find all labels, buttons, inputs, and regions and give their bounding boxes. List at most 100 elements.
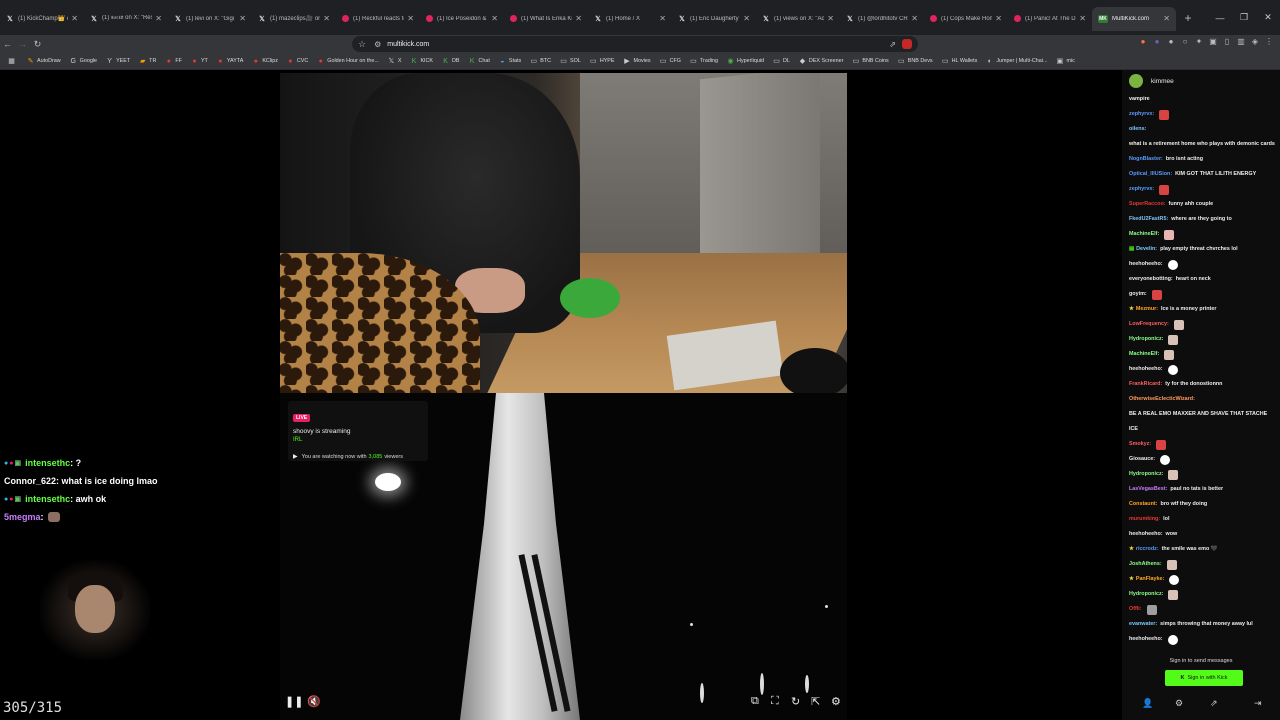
- browser-tab[interactable]: (1) Panic! At The Disc✕: [1008, 7, 1092, 31]
- bookmark-item[interactable]: ▭ BNB Devs: [898, 58, 933, 65]
- menu-icon[interactable]: ⋮: [1264, 37, 1274, 49]
- tab-close-icon[interactable]: ✕: [827, 14, 834, 23]
- browser-tab[interactable]: (1) Cops Make Homic✕: [924, 7, 1008, 31]
- chat-username[interactable]: LasVegasBest:: [1129, 482, 1167, 497]
- site-info-icon[interactable]: ⚙: [374, 40, 381, 49]
- tab-close-icon[interactable]: ✕: [743, 14, 750, 23]
- bookmark-item[interactable]: ▣ mic: [1056, 58, 1075, 65]
- url-text[interactable]: multikick.com: [387, 41, 889, 48]
- pause-icon[interactable]: ❚❚: [285, 695, 303, 708]
- bookmark-item[interactable]: K Chat: [469, 58, 490, 65]
- bookmark-item[interactable]: ▭ Trading: [690, 58, 718, 65]
- back-icon[interactable]: ←: [0, 39, 15, 49]
- extension-icon[interactable]: [902, 39, 912, 49]
- bookmark-item[interactable]: ▭ BTC: [530, 58, 551, 65]
- tab-close-icon[interactable]: ✕: [71, 14, 78, 23]
- tab-close-icon[interactable]: ✕: [1163, 14, 1170, 23]
- split-view-icon[interactable]: ▥: [1236, 37, 1246, 49]
- tab-close-icon[interactable]: ✕: [575, 14, 582, 23]
- bookmark-item[interactable]: ▶ Movies: [624, 58, 650, 65]
- reload-icon[interactable]: ↻: [30, 39, 45, 50]
- browser-tab[interactable]: 𝕏 (1) mazeclips🎥 on X✕: [252, 7, 336, 31]
- stream-player-top[interactable]: [280, 73, 847, 393]
- bookmark-item[interactable]: ▰ TR: [139, 58, 156, 65]
- chat-username[interactable]: Hydroponicz:: [1129, 587, 1163, 602]
- bookmark-item[interactable]: K KICK: [410, 58, 433, 65]
- apps-grid-icon[interactable]: ▦: [8, 58, 18, 65]
- chat-username[interactable]: zephyrvx:: [1129, 107, 1154, 122]
- browser-tab[interactable]: (1) What Is Erika Kirk ✕: [504, 7, 588, 31]
- browser-tab[interactable]: 𝕏 (1) @lordhitotv CRAS✕: [840, 7, 924, 31]
- bookmark-item[interactable]: ▭ BNB Coins: [852, 58, 889, 65]
- bookmark-item[interactable]: Y YEET: [106, 58, 130, 65]
- extension-circle-icon[interactable]: ○: [1180, 37, 1190, 49]
- fullscreen-icon[interactable]: ⛶: [771, 695, 779, 708]
- chat-username[interactable]: zephyrvx:: [1129, 182, 1154, 197]
- bookmark-icon[interactable]: ☆: [358, 39, 366, 50]
- chat-username[interactable]: PanFlayke:: [1136, 572, 1164, 587]
- extension-purple-icon[interactable]: ●: [1152, 37, 1162, 49]
- chat-username[interactable]: SuperRaccoo:: [1129, 197, 1166, 212]
- extension-fox-icon[interactable]: ●: [1138, 37, 1148, 49]
- maximize-icon[interactable]: ❐: [1232, 12, 1256, 23]
- settings-gear-icon[interactable]: ⚙: [831, 695, 841, 708]
- bookmark-item[interactable]: ▭ CFG: [660, 58, 681, 65]
- sign-in-button[interactable]: K Sign in with Kick: [1165, 670, 1243, 686]
- browser-tab[interactable]: 𝕏 (1) 𝔰𝔲𝔢𝔵𝔞 on X: "Resu ✕: [84, 7, 168, 31]
- chat-username[interactable]: MachineElf:: [1129, 227, 1159, 242]
- chat-settings-icon[interactable]: ⚙: [1175, 698, 1183, 709]
- bookmark-item[interactable]: ● Golden Hour on the...: [317, 58, 379, 65]
- tab-close-icon[interactable]: ✕: [911, 14, 918, 23]
- chat-username[interactable]: Smokyz:: [1129, 437, 1151, 452]
- forward-icon[interactable]: →: [15, 39, 30, 49]
- chat-username[interactable]: FrankRicard:: [1129, 377, 1162, 392]
- address-bar[interactable]: ☆ ⚙ multikick.com ⇗: [352, 36, 918, 52]
- collapse-chat-icon[interactable]: ⇥: [1254, 698, 1262, 709]
- browser-tab[interactable]: 𝕏 (1) levi on X: "Gigi dro✕: [168, 7, 252, 31]
- mute-icon[interactable]: 🔇: [307, 695, 321, 708]
- chat-username[interactable]: evanwater:: [1129, 617, 1157, 632]
- bookmark-item[interactable]: 𝕏X: [388, 58, 402, 65]
- shield-icon[interactable]: ◈: [1250, 37, 1260, 49]
- bookmark-item[interactable]: K DB: [442, 58, 459, 65]
- avatar[interactable]: [1129, 74, 1143, 88]
- bookmark-item[interactable]: ◐ Jumper | Multi-Chai...: [986, 58, 1048, 65]
- chat-username[interactable]: LowFrequency:: [1129, 317, 1169, 332]
- bookmark-item[interactable]: ▭ HL Wallets: [942, 58, 977, 65]
- bookmark-item[interactable]: ✎ AutoDraw: [27, 58, 61, 65]
- tab-close-icon[interactable]: ✕: [995, 14, 1002, 23]
- bookmark-item[interactable]: ● FF: [165, 58, 182, 65]
- chat-username[interactable]: JoshAthens:: [1129, 557, 1162, 572]
- chat-username[interactable]: goyim:: [1129, 287, 1147, 302]
- tab-close-icon[interactable]: ✕: [491, 14, 498, 23]
- browser-tab[interactable]: 𝕏 (1) views on X: "Adin ✕: [756, 7, 840, 31]
- browser-tab[interactable]: MK MultiKick.com ✕: [1092, 6, 1176, 31]
- chat-username[interactable]: Mezmur:: [1136, 302, 1158, 317]
- bookmark-item[interactable]: ▭ SOL: [560, 58, 581, 65]
- chat-username[interactable]: NognBlaster:: [1129, 152, 1163, 167]
- bookmark-item[interactable]: ◒ Stats: [499, 58, 521, 65]
- tab-close-icon[interactable]: ✕: [155, 14, 162, 23]
- pip-icon[interactable]: ⧉: [751, 695, 759, 708]
- chat-username[interactable]: oilens:: [1129, 122, 1146, 137]
- browser-tab[interactable]: (1) Reckful reacts to c✕: [336, 7, 420, 31]
- add-user-icon[interactable]: 👤: [1142, 698, 1153, 709]
- bookmark-item[interactable]: ◉ Hyperliquid: [727, 58, 764, 65]
- tab-close-icon[interactable]: ✕: [1079, 14, 1086, 23]
- chat-username[interactable]: murumking:: [1129, 512, 1160, 527]
- bookmark-item[interactable]: ◆ DEX Screener: [799, 58, 844, 65]
- share-icon[interactable]: ⇗: [889, 40, 896, 49]
- tab-close-icon[interactable]: ✕: [407, 14, 414, 23]
- tab-close-icon[interactable]: ✕: [239, 14, 246, 23]
- bookmark-item[interactable]: G Google: [70, 58, 97, 65]
- bookmark-item[interactable]: ● YAYTA: [217, 58, 243, 65]
- channel-name[interactable]: kimmee: [1151, 78, 1174, 85]
- chat-username[interactable]: Constaunt:: [1129, 497, 1157, 512]
- new-tab-icon[interactable]: +: [1180, 11, 1196, 25]
- popout-icon[interactable]: ⇱: [811, 695, 820, 708]
- chat-username[interactable]: heehoheeho:: [1129, 257, 1163, 272]
- browser-tab[interactable]: 𝕏 (1) Eric Daugherty on✕: [672, 7, 756, 31]
- minimize-icon[interactable]: —: [1208, 13, 1232, 23]
- bookmark-item[interactable]: ● CVC: [287, 58, 308, 65]
- bookmark-item[interactable]: ● YT: [191, 58, 208, 65]
